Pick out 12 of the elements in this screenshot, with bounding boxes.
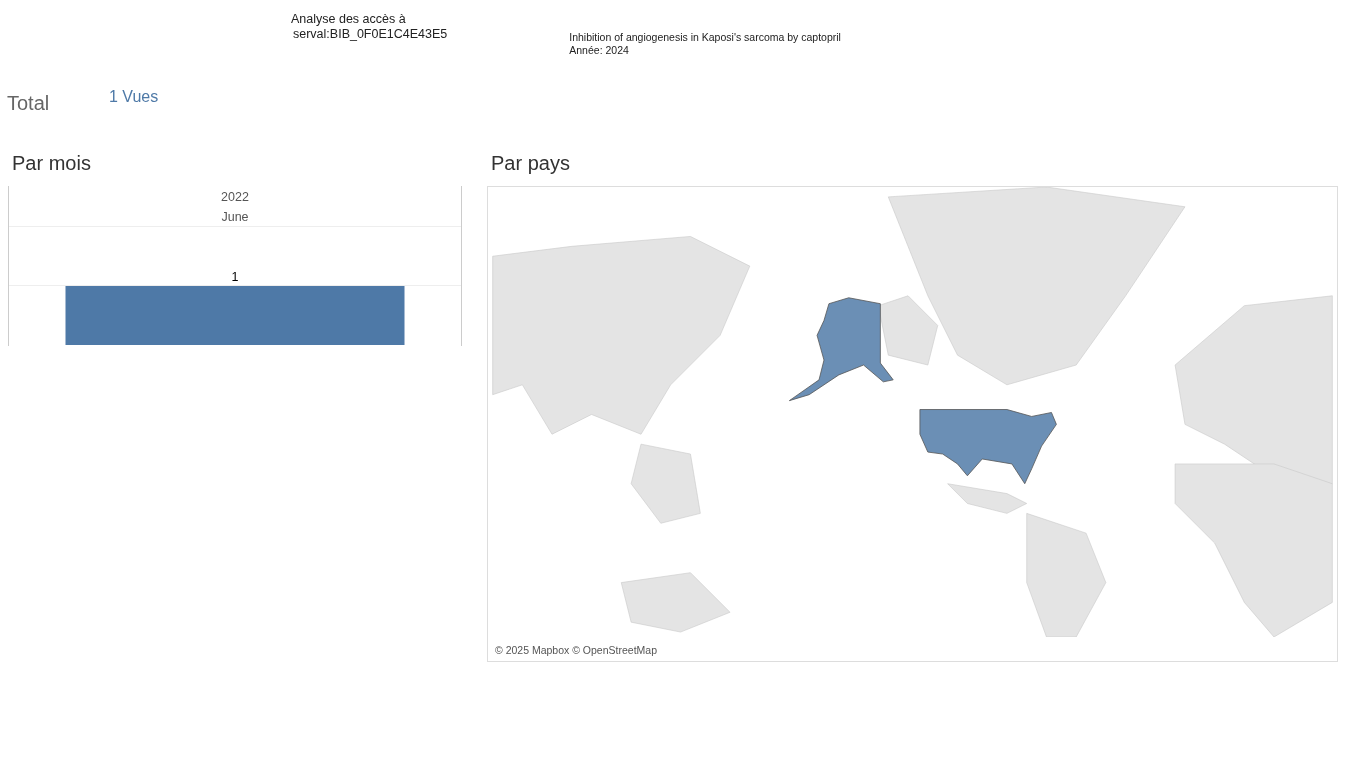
document-year: Année: 2024 — [569, 44, 630, 57]
month-label: June — [221, 209, 249, 226]
section-title: Par mois — [12, 152, 91, 174]
total-label: Total — [7, 92, 50, 114]
year-header: 2022 — [220, 189, 250, 206]
document-title: Inhibition of angiogenesis in Kaposi's sarcoma by captopril — [569, 31, 841, 44]
data-label: 1 — [231, 270, 239, 284]
resource-id: serval:BIB_0F0E1C4E43E5 — [292, 27, 448, 42]
section-title: Par pays — [491, 152, 570, 174]
total-views: 1 Vues — [109, 88, 159, 105]
map-attribution: © 2025 Mapbox © OpenStreetMap — [492, 644, 660, 656]
page-title: Analyse des accès à — [291, 12, 407, 27]
